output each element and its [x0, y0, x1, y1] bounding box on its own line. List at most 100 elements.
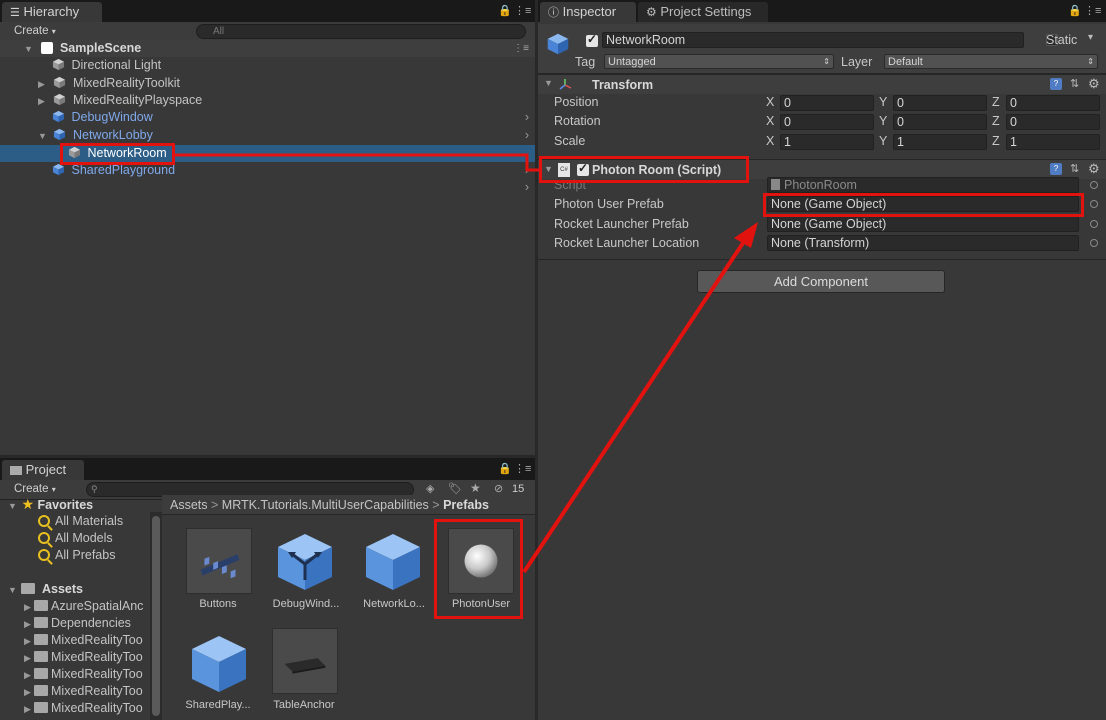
foldout-closed-icon[interactable]: ▶ [38, 76, 48, 93]
foldout-closed-icon[interactable]: ▶ [24, 701, 34, 718]
foldout-closed-icon[interactable]: ▶ [24, 616, 34, 633]
asset-buttons[interactable] [186, 528, 252, 594]
lock-icon[interactable]: 🔒 [498, 462, 512, 475]
gear-icon[interactable]: ⚙ [1088, 76, 1100, 92]
asset-folder-item[interactable]: ▶ MixedRealityToo [0, 666, 150, 683]
position-z-field[interactable]: 0 [1006, 95, 1100, 111]
asset-folder-item[interactable]: ▶ Dependencies [0, 615, 150, 632]
tab-hierarchy[interactable]: ☰ Hierarchy [2, 2, 102, 22]
lock-icon[interactable]: 🔒 [1068, 4, 1082, 17]
hierarchy-create-button[interactable]: Create ▾ [8, 24, 62, 40]
favorite-item[interactable]: All Prefabs [0, 547, 150, 564]
asset-networklobby[interactable] [360, 528, 426, 594]
favorite-item[interactable]: All Materials [0, 513, 150, 530]
object-picker-icon[interactable] [1090, 239, 1098, 247]
chevron-right-icon[interactable]: › [525, 109, 529, 126]
tab-project[interactable]: Project [2, 460, 84, 480]
script-field[interactable]: PhotonRoom [767, 177, 1079, 193]
favorites-row[interactable]: ▼ ★ Favorites [0, 496, 150, 513]
layer-dropdown[interactable]: Default ⇕ [884, 54, 1098, 69]
scale-x-field[interactable]: 1 [780, 134, 874, 150]
help-icon[interactable]: ? [1050, 163, 1062, 175]
scene-menu-icon[interactable]: ⋮≡ [513, 40, 529, 57]
axis-y-label[interactable]: Y [879, 114, 887, 128]
asset-debugwindow[interactable] [272, 528, 338, 594]
help-icon[interactable]: ? [1050, 78, 1062, 90]
foldout-closed-icon[interactable]: ▶ [38, 93, 48, 110]
asset-folder-item[interactable]: ▶ MixedRealityToo [0, 649, 150, 666]
hierarchy-item[interactable]: ▶ MixedRealityToolkit [0, 75, 535, 92]
panel-menu-icon[interactable]: ⋮≡ [1084, 4, 1101, 17]
favorite-item[interactable]: All Models [0, 530, 150, 547]
hidden-packages-icon[interactable]: ⊘ [494, 482, 503, 495]
axis-z-label[interactable]: Z [992, 95, 1000, 109]
object-picker-icon[interactable] [1090, 181, 1098, 189]
axis-x-label[interactable]: X [766, 95, 774, 109]
panel-menu-icon[interactable]: ⋮≡ [514, 4, 531, 17]
hierarchy-item[interactable]: ▶ MixedRealityPlayspace [0, 92, 535, 109]
preset-icon[interactable]: ⇅ [1070, 77, 1079, 90]
transform-header[interactable]: ▼ Transform ? ⇅ ⚙ [538, 74, 1106, 94]
scrollbar-thumb[interactable] [152, 516, 160, 716]
rotation-z-field[interactable]: 0 [1006, 114, 1100, 130]
scale-z-field[interactable]: 1 [1006, 134, 1100, 150]
tag-dropdown[interactable]: Untagged ⇕ [604, 54, 834, 69]
breadcrumb-item[interactable]: Assets [170, 498, 208, 512]
hierarchy-item[interactable]: DebugWindow › [0, 109, 535, 126]
preset-icon[interactable]: ⇅ [1070, 162, 1079, 175]
foldout-open-icon[interactable]: ▼ [38, 128, 48, 145]
foldout-closed-icon[interactable]: ▶ [24, 633, 34, 650]
asset-folder-item[interactable]: ▶ MixedRealityToo [0, 683, 150, 700]
tag-icon[interactable]: 🏷 [448, 482, 462, 495]
object-picker-icon[interactable] [1090, 220, 1098, 228]
foldout-open-icon[interactable]: ▼ [8, 582, 18, 599]
rocket-launcher-location-field[interactable]: None (Transform) [767, 235, 1079, 251]
object-picker-icon[interactable] [1090, 200, 1098, 208]
dropdown-arrow-icon[interactable]: ▾ [1088, 32, 1093, 43]
asset-sharedplayground[interactable] [186, 630, 252, 696]
tab-project-settings[interactable]: ⚙ Project Settings [638, 2, 768, 22]
asset-folder-item[interactable]: ▶ AzureSpatialAnc [0, 598, 150, 615]
axis-x-label[interactable]: X [766, 114, 774, 128]
chevron-right-icon[interactable]: › [525, 127, 529, 144]
tab-inspector[interactable]: ⓘ Inspector [540, 2, 636, 22]
asset-folder-item[interactable]: ▶ MixedRealityToo [0, 700, 150, 717]
breadcrumb-item[interactable]: Prefabs [443, 498, 489, 512]
foldout-closed-icon[interactable]: ▶ [24, 667, 34, 684]
position-y-field[interactable]: 0 [893, 95, 987, 111]
foldout-open-icon[interactable]: ▼ [544, 78, 554, 88]
foldout-closed-icon[interactable]: ▶ [24, 599, 34, 616]
foldout-closed-icon[interactable]: ▶ [24, 650, 34, 667]
axis-y-label[interactable]: Y [879, 95, 887, 109]
scale-y-field[interactable]: 1 [893, 134, 987, 150]
scene-row[interactable]: ▼ SampleScene ⋮≡ [0, 40, 535, 57]
tree-scrollbar[interactable] [150, 512, 162, 720]
axis-x-label[interactable]: X [766, 134, 774, 148]
rotation-x-field[interactable]: 0 [780, 114, 874, 130]
object-name-field[interactable]: NetworkRoom [602, 32, 1024, 48]
foldout-closed-icon[interactable]: ▶ [24, 684, 34, 701]
assets-root-row[interactable]: ▼ Assets [0, 581, 150, 598]
foldout-open-icon[interactable]: ▼ [24, 41, 34, 58]
breadcrumb-item[interactable]: MRTK.Tutorials.MultiUserCapabilities [222, 498, 429, 512]
chevron-right-icon[interactable]: › [525, 162, 529, 179]
star-icon[interactable]: ★ [470, 481, 481, 495]
rotation-y-field[interactable]: 0 [893, 114, 987, 130]
rocket-launcher-prefab-field[interactable]: None (Game Object) [767, 216, 1079, 232]
axis-z-label[interactable]: Z [992, 114, 1000, 128]
asset-folder-item[interactable]: ▶ MixedRealityToo [0, 632, 150, 649]
position-x-field[interactable]: 0 [780, 95, 874, 111]
active-checkbox[interactable] [586, 32, 598, 47]
chevron-right-icon[interactable]: › [525, 180, 529, 194]
hierarchy-search-input[interactable]: All [196, 24, 526, 39]
lock-icon[interactable]: 🔒 [498, 4, 512, 17]
hierarchy-item[interactable]: Directional Light [0, 57, 535, 74]
gear-icon[interactable]: ⚙ [1088, 161, 1100, 177]
search-by-type-icon[interactable]: ◈ [426, 482, 434, 495]
axis-z-label[interactable]: Z [992, 134, 1000, 148]
asset-tableanchor[interactable] [272, 628, 338, 694]
axis-y-label[interactable]: Y [879, 134, 887, 148]
hierarchy-item[interactable]: ▼ NetworkLobby › [0, 127, 535, 144]
add-component-button[interactable]: Add Component [697, 270, 945, 293]
panel-menu-icon[interactable]: ⋮≡ [514, 462, 531, 475]
